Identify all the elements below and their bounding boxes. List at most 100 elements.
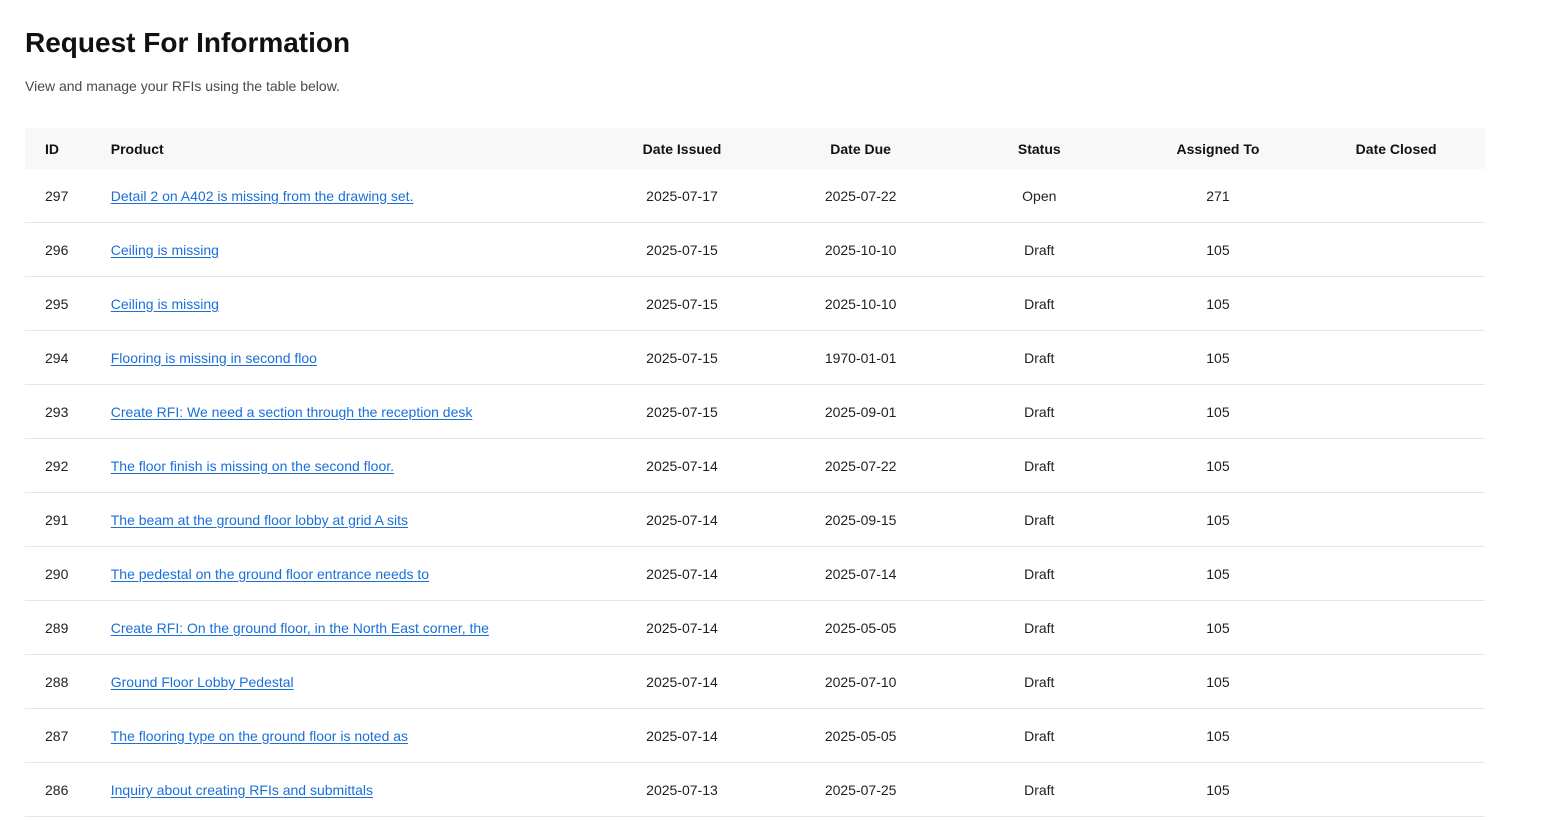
cell-status: Draft — [949, 546, 1129, 601]
cell-status: Draft — [949, 276, 1129, 331]
cell-assigned-to: 105 — [1128, 546, 1308, 601]
column-header-product[interactable]: Product — [110, 128, 593, 169]
cell-product: Ground Floor Lobby Pedestal — [110, 654, 593, 709]
cell-status: Draft — [949, 384, 1129, 439]
product-link[interactable]: Ceiling is missing — [111, 296, 219, 312]
rfi-table: ID Product Date Issued Date Due Status A… — [25, 128, 1485, 817]
product-link[interactable]: Flooring is missing in second floo — [111, 350, 317, 366]
cell-date-closed — [1307, 330, 1485, 385]
cell-date-closed — [1307, 600, 1485, 655]
product-link[interactable]: Ground Floor Lobby Pedestal — [111, 674, 294, 690]
cell-date-due: 2025-05-05 — [771, 708, 950, 763]
cell-date-issued: 2025-07-15 — [592, 222, 772, 277]
cell-date-issued: 2025-07-14 — [592, 600, 772, 655]
table-row: 288 Ground Floor Lobby Pedestal 2025-07-… — [25, 654, 1485, 709]
cell-status: Draft — [949, 492, 1129, 547]
product-link[interactable]: Create RFI: We need a section through th… — [111, 404, 473, 420]
product-link[interactable]: Ceiling is missing — [111, 242, 219, 258]
cell-product: Create RFI: On the ground floor, in the … — [110, 600, 593, 655]
cell-id: 293 — [25, 384, 111, 439]
cell-product: Create RFI: We need a section through th… — [110, 384, 593, 439]
cell-date-issued: 2025-07-14 — [592, 708, 772, 763]
cell-date-issued: 2025-07-15 — [592, 330, 772, 385]
table-row: 291 The beam at the ground floor lobby a… — [25, 492, 1485, 547]
cell-assigned-to: 105 — [1128, 438, 1308, 493]
cell-assigned-to: 105 — [1128, 708, 1308, 763]
cell-assigned-to: 105 — [1128, 654, 1308, 709]
cell-assigned-to: 105 — [1128, 276, 1308, 331]
cell-id: 292 — [25, 438, 111, 493]
cell-status: Draft — [949, 654, 1129, 709]
table-row: 292 The floor finish is missing on the s… — [25, 438, 1485, 493]
cell-date-due: 2025-07-10 — [771, 654, 950, 709]
cell-date-closed — [1307, 546, 1485, 601]
cell-date-closed — [1307, 762, 1485, 817]
cell-assigned-to: 105 — [1128, 762, 1308, 817]
column-header-date-due[interactable]: Date Due — [771, 128, 950, 169]
product-link[interactable]: The pedestal on the ground floor entranc… — [111, 566, 429, 582]
cell-date-due: 2025-07-14 — [771, 546, 950, 601]
cell-date-closed — [1307, 384, 1485, 439]
cell-assigned-to: 105 — [1128, 330, 1308, 385]
page-subtitle: View and manage your RFIs using the tabl… — [25, 78, 340, 94]
product-link[interactable]: Inquiry about creating RFIs and submitta… — [111, 782, 373, 798]
table-row: 289 Create RFI: On the ground floor, in … — [25, 600, 1485, 655]
table-header-row: ID Product Date Issued Date Due Status A… — [25, 128, 1485, 169]
cell-product: The pedestal on the ground floor entranc… — [110, 546, 593, 601]
cell-id: 289 — [25, 600, 111, 655]
cell-id: 295 — [25, 276, 111, 331]
cell-status: Draft — [949, 222, 1129, 277]
product-link[interactable]: Detail 2 on A402 is missing from the dra… — [111, 188, 414, 204]
table-row: 294 Flooring is missing in second floo 2… — [25, 330, 1485, 385]
cell-date-closed — [1307, 492, 1485, 547]
cell-date-issued: 2025-07-14 — [592, 654, 772, 709]
cell-assigned-to: 105 — [1128, 384, 1308, 439]
cell-id: 294 — [25, 330, 111, 385]
cell-date-due: 2025-10-10 — [771, 222, 950, 277]
column-header-id[interactable]: ID — [25, 128, 111, 169]
cell-assigned-to: 105 — [1128, 492, 1308, 547]
product-link[interactable]: The flooring type on the ground floor is… — [111, 728, 408, 744]
cell-product: The floor finish is missing on the secon… — [110, 438, 593, 493]
cell-product: Inquiry about creating RFIs and submitta… — [110, 762, 593, 817]
cell-assigned-to: 105 — [1128, 600, 1308, 655]
product-link[interactable]: The beam at the ground floor lobby at gr… — [111, 512, 408, 528]
table-row: 295 Ceiling is missing 2025-07-15 2025-1… — [25, 276, 1485, 331]
cell-date-closed — [1307, 438, 1485, 493]
table-row: 286 Inquiry about creating RFIs and subm… — [25, 762, 1485, 817]
cell-assigned-to: 271 — [1128, 169, 1308, 223]
cell-date-issued: 2025-07-14 — [592, 492, 772, 547]
column-header-date-issued[interactable]: Date Issued — [592, 128, 772, 169]
cell-date-due: 2025-10-10 — [771, 276, 950, 331]
page-title: Request For Information — [25, 27, 351, 58]
column-header-status[interactable]: Status — [949, 128, 1129, 169]
cell-date-closed — [1307, 222, 1485, 277]
cell-product: The beam at the ground floor lobby at gr… — [110, 492, 593, 547]
cell-date-closed — [1307, 169, 1485, 223]
table-row: 296 Ceiling is missing 2025-07-15 2025-1… — [25, 222, 1485, 277]
cell-date-issued: 2025-07-15 — [592, 384, 772, 439]
table-row: 293 Create RFI: We need a section throug… — [25, 384, 1485, 439]
cell-status: Draft — [949, 600, 1129, 655]
cell-assigned-to: 105 — [1128, 222, 1308, 277]
table-row: 297 Detail 2 on A402 is missing from the… — [25, 169, 1485, 223]
cell-date-closed — [1307, 276, 1485, 331]
cell-date-due: 2025-05-05 — [771, 600, 950, 655]
product-link[interactable]: Create RFI: On the ground floor, in the … — [111, 620, 489, 636]
cell-id: 288 — [25, 654, 111, 709]
cell-date-closed — [1307, 654, 1485, 709]
cell-product: The flooring type on the ground floor is… — [110, 708, 593, 763]
table-body: 297 Detail 2 on A402 is missing from the… — [25, 169, 1485, 817]
product-link[interactable]: The floor finish is missing on the secon… — [111, 458, 394, 474]
cell-id: 287 — [25, 708, 111, 763]
column-header-assigned-to[interactable]: Assigned To — [1128, 128, 1308, 169]
cell-status: Draft — [949, 708, 1129, 763]
cell-product: Ceiling is missing — [110, 222, 593, 277]
column-header-date-closed[interactable]: Date Closed — [1307, 128, 1485, 169]
cell-date-issued: 2025-07-14 — [592, 438, 772, 493]
cell-date-due: 2025-07-22 — [771, 169, 950, 223]
cell-product: Ceiling is missing — [110, 276, 593, 331]
cell-date-issued: 2025-07-15 — [592, 276, 772, 331]
cell-date-due: 2025-07-22 — [771, 438, 950, 493]
rfi-page: Request For Information View and manage … — [0, 0, 1545, 817]
